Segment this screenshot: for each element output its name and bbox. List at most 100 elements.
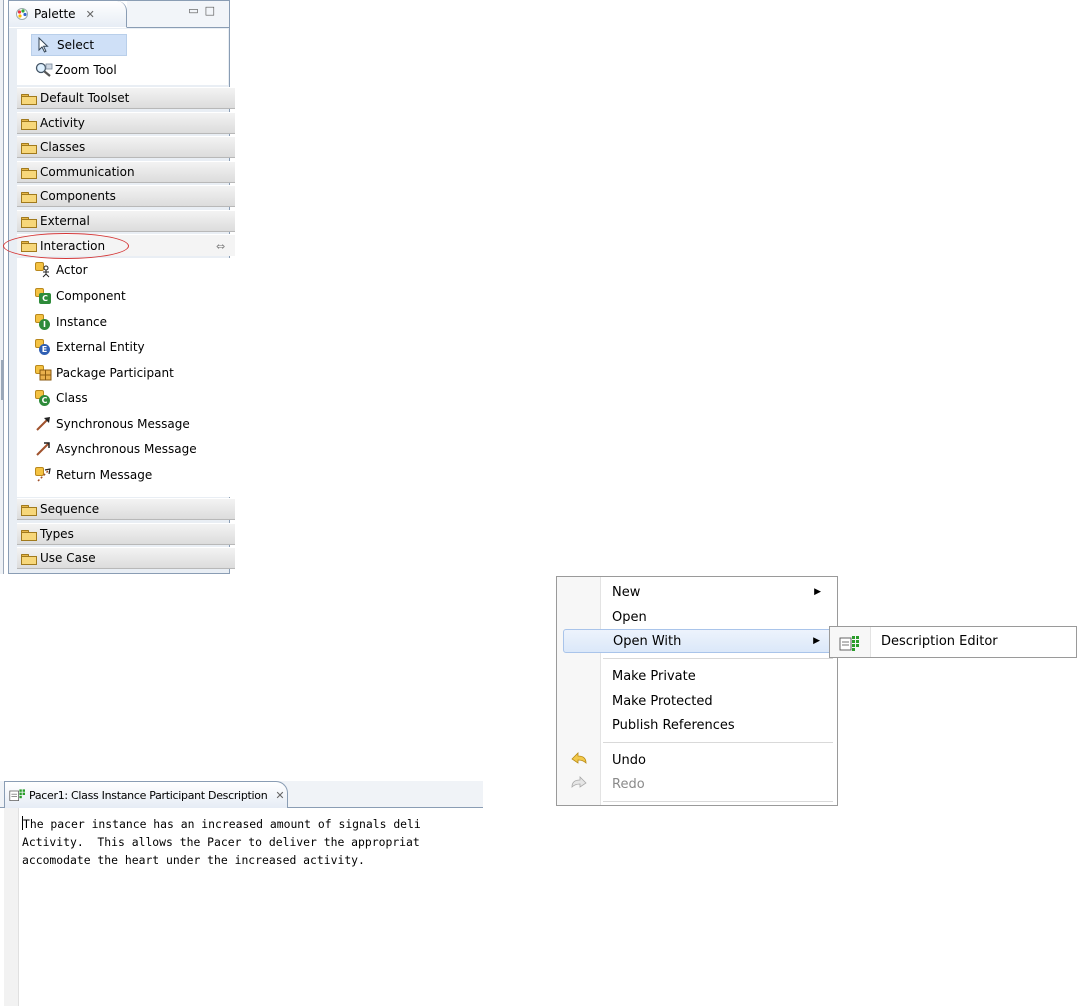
submenu-arrow-icon: ▶ [813,636,820,646]
close-icon[interactable]: ✕ [275,789,284,802]
description-editor-icon [839,636,859,651]
editor-line: Activity. This allows the Pacer to deliv… [22,835,420,849]
menu-item-redo[interactable]: Redo [557,772,837,796]
drawer-types[interactable]: Types [17,523,235,545]
entry-label: Class [56,391,88,405]
menu-item-label: Publish References [612,717,735,733]
entry-label: Package Participant [56,366,174,380]
entry-label: Asynchronous Message [56,442,197,456]
folder-icon [21,216,37,228]
palette-icon [16,8,28,20]
entry-label: Synchronous Message [56,417,190,431]
drawer-label: Activity [40,116,85,130]
menu-item-new[interactable]: New ▶ [557,580,837,604]
entry-label: Instance [56,315,108,329]
entry-label: Component [56,289,126,303]
menu-item-label: New [612,584,641,600]
drawer-label: Components [40,189,116,203]
entry-label: Actor [56,263,88,277]
menu-item-label: Undo [612,752,646,768]
editor-line: The pacer instance has an increased amou… [23,817,421,831]
class-icon: C [35,390,53,406]
drawer-classes[interactable]: Classes [17,136,235,158]
entry-instance[interactable]: I Instance [35,311,107,333]
menu-separator [603,658,833,659]
drawer-default-toolset[interactable]: Default Toolset [17,87,235,109]
async-message-icon [35,441,53,457]
folder-icon [21,93,37,105]
context-menu: New ▶ Open Open With ▶ Make Private Make… [556,576,838,806]
left-edge-scroll-mark [1,360,3,400]
folder-icon [21,529,37,541]
magnifier-icon [35,62,53,77]
view-controls: ▭□ [188,4,221,17]
drawer-label: Use Case [40,551,96,565]
description-editor-icon [9,789,25,801]
drawer-activity[interactable]: Activity [17,112,235,134]
drawer-label: Default Toolset [40,91,130,105]
entry-component[interactable]: C Component [35,285,126,307]
workbench-left-edge [0,0,4,574]
tool-zoom[interactable]: Zoom Tool [31,59,127,81]
drawer-use-case[interactable]: Use Case [17,547,235,569]
close-icon[interactable]: ✕ [86,8,95,21]
entry-return-message[interactable]: Return Message [35,464,152,486]
folder-icon [21,504,37,516]
menu-item-publish-references[interactable]: Publish References [557,713,837,737]
return-message-icon [35,467,53,483]
drawer-external[interactable]: External [17,210,235,232]
drawer-label: Classes [40,140,86,154]
actor-icon [35,262,53,278]
drawer-components[interactable]: Components [17,185,235,207]
menu-separator [603,742,833,743]
minimize-icon[interactable]: ▭ [188,4,204,17]
menu-item-open-with[interactable]: Open With ▶ [563,629,834,653]
entry-external-entity[interactable]: E External Entity [35,336,145,358]
drawer-communication[interactable]: Communication [17,161,235,183]
drawer-label: External [40,214,90,228]
drawer-sequence[interactable]: Sequence [17,498,235,520]
entry-actor[interactable]: Actor [35,259,88,281]
package-participant-icon [35,365,53,381]
menu-item-label: Open With [613,633,682,649]
entry-package-participant[interactable]: Package Participant [35,362,174,384]
editor-tab-title: Pacer1: Class Instance Participant Descr… [29,788,268,802]
menu-item-undo[interactable]: Undo [557,748,837,772]
editor-content[interactable]: The pacer instance has an increased amou… [22,815,421,869]
pin-drawer-icon[interactable]: ⇔ [216,240,225,253]
menu-item-label: Open [612,609,647,625]
entry-label: Return Message [56,468,153,482]
description-editor: Pacer1: Class Instance Participant Descr… [0,781,483,1006]
entry-asynchronous-message[interactable]: Asynchronous Message [35,438,197,460]
maximize-icon[interactable]: □ [205,4,221,17]
sync-message-icon [35,416,53,432]
drawer-label: Sequence [40,502,100,516]
drawer-label: Communication [40,165,135,179]
undo-icon [571,752,587,764]
menu-item-make-private[interactable]: Make Private [557,664,837,688]
menu-item-label: Make Private [612,668,696,684]
tool-label: Select [57,38,95,52]
editor-ruler [4,808,19,1006]
palette-title: Palette [34,7,76,21]
palette-tab[interactable]: Palette ✕ [9,1,127,28]
menu-item-make-protected[interactable]: Make Protected [557,689,837,713]
folder-icon [21,142,37,154]
open-with-submenu: Description Editor [829,626,1077,658]
instance-icon: I [35,314,53,330]
entry-class[interactable]: C Class [35,387,88,409]
menu-item-description-editor[interactable]: Description Editor [881,634,998,649]
highlight-oval [3,233,129,259]
menu-item-label: Redo [612,776,645,792]
entry-synchronous-message[interactable]: Synchronous Message [35,413,190,435]
folder-icon [21,118,37,130]
submenu-arrow-icon: ▶ [814,587,821,597]
drawer-label: Types [40,527,74,541]
tool-label: Zoom Tool [55,63,117,77]
editor-line: accomodate the heart under the increased… [22,853,365,867]
tool-select[interactable]: Select [31,34,127,56]
editor-tab[interactable]: Pacer1: Class Instance Participant Descr… [4,781,288,808]
arrow-pointer-icon [38,37,49,53]
menu-item-open[interactable]: Open [557,605,837,629]
folder-icon [21,553,37,565]
